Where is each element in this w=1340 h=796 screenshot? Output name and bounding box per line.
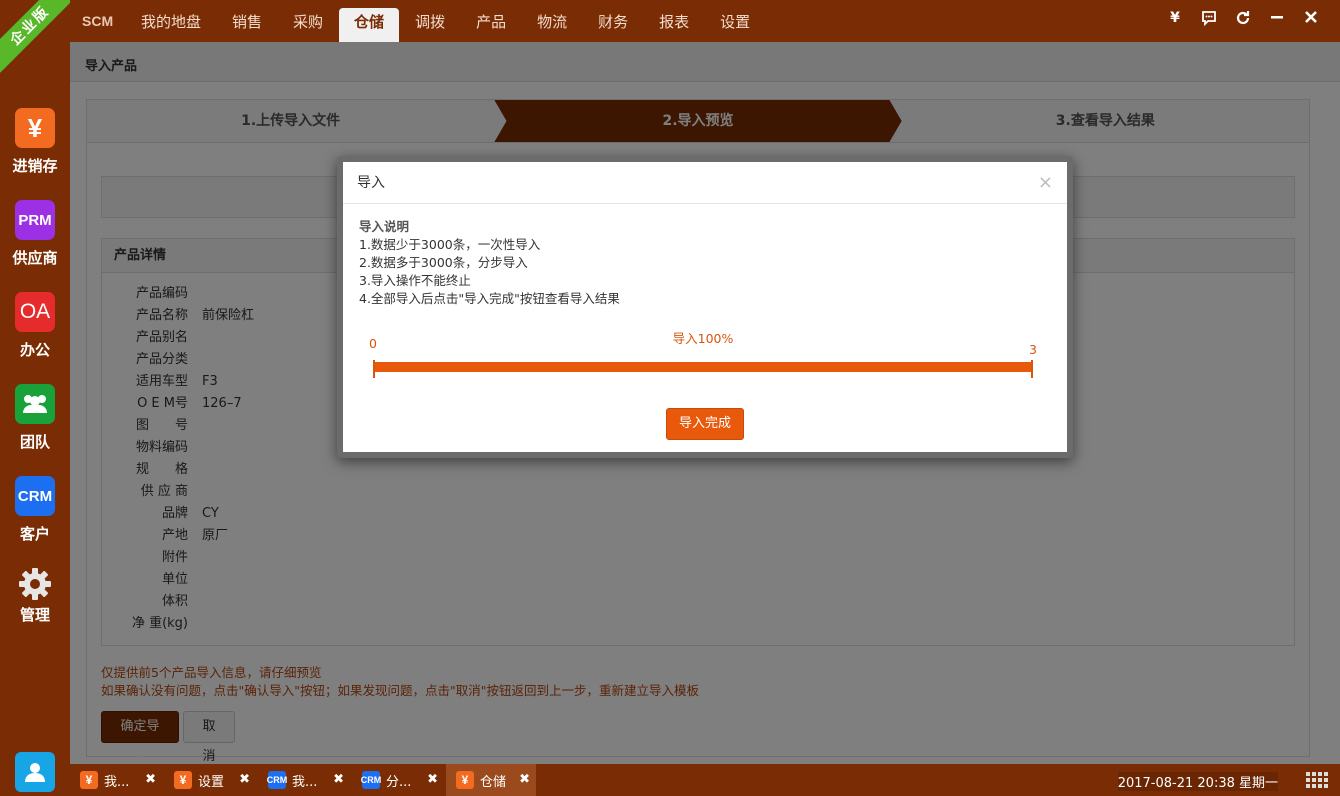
- instruction-line: 3.导入操作不能终止: [359, 273, 471, 288]
- sidebar-item-label: 团队: [19, 433, 50, 451]
- modal-header: 导入 ×: [343, 162, 1067, 204]
- brand-logo: SCM: [82, 13, 114, 29]
- import-modal: 导入 × 导入说明 1.数据少于3000条，一次性导入 2.数据多于3000条，…: [337, 156, 1073, 458]
- task-tab[interactable]: CRM 我... ✖: [258, 764, 350, 796]
- nav-purchase[interactable]: 采购: [278, 8, 338, 42]
- nav-reports[interactable]: 报表: [644, 8, 704, 42]
- progress-tick-start: [373, 360, 375, 378]
- sidebar-item-manage[interactable]: 管理: [0, 564, 70, 625]
- close-icon[interactable]: ✖: [427, 772, 438, 787]
- import-instructions-title: 导入说明: [359, 219, 410, 234]
- task-label: 仓储: [480, 774, 507, 790]
- progress-track: [373, 360, 1033, 378]
- import-progress: 0 导入100% 3: [369, 328, 1037, 378]
- sidebar-item-crm[interactable]: CRM 客户: [0, 476, 70, 544]
- window-actions: ¥: [1158, 10, 1328, 30]
- crm-icon: CRM: [15, 476, 55, 516]
- task-tab[interactable]: ¥ 设置 ✖: [164, 764, 256, 796]
- clock: 2017-08-21 20:38 星期一: [1117, 772, 1278, 791]
- oa-icon: OA: [15, 292, 55, 332]
- nav-transfer[interactable]: 调拨: [400, 8, 460, 42]
- task-label: 分...: [386, 774, 412, 790]
- yen-icon: ¥: [456, 771, 474, 789]
- progress-tick-end: [1031, 360, 1033, 378]
- chat-icon[interactable]: [1192, 10, 1226, 30]
- sidebar-item-oa[interactable]: OA 办公: [0, 292, 70, 360]
- crm-icon: CRM: [267, 771, 287, 789]
- crm-icon: CRM: [361, 771, 381, 789]
- instruction-line: 1.数据少于3000条，一次性导入: [359, 237, 541, 252]
- yen-icon[interactable]: ¥: [1158, 10, 1192, 30]
- modal-title: 导入: [357, 175, 385, 191]
- nav-product[interactable]: 产品: [461, 8, 521, 42]
- progress-fill: [373, 362, 1033, 372]
- nav-sales[interactable]: 销售: [217, 8, 277, 42]
- close-icon[interactable]: ✖: [145, 772, 156, 787]
- refresh-icon[interactable]: [1226, 10, 1260, 30]
- sidebar-item-label: 客户: [19, 525, 50, 543]
- sidebar-item-label: 管理: [19, 606, 50, 624]
- nav-warehouse[interactable]: 仓储: [339, 8, 400, 42]
- apps-grid-icon[interactable]: [1306, 772, 1328, 788]
- taskbar: ¥ 我... ✖ ¥ 设置 ✖ CRM 我... ✖ CRM 分... ✖ ¥ …: [70, 764, 1340, 796]
- sidebar-item-inventory[interactable]: ¥ 进销存: [0, 108, 70, 176]
- nav-finance[interactable]: 财务: [583, 8, 643, 42]
- task-tab[interactable]: ¥ 我... ✖: [70, 764, 162, 796]
- task-label: 我...: [292, 774, 318, 790]
- left-sidebar: 企业版 ¥ 进销存 PRM 供应商 OA 办公 团队 CRM 客户 管理: [0, 0, 77, 796]
- close-icon[interactable]: ✖: [239, 772, 250, 787]
- team-icon: [15, 384, 55, 424]
- sidebar-item-prm[interactable]: PRM 供应商: [0, 200, 70, 268]
- instruction-line: 4.全部导入后点击"导入完成"按钮查看导入结果: [359, 291, 620, 306]
- yen-icon: ¥: [15, 108, 55, 148]
- yen-icon: ¥: [174, 771, 192, 789]
- import-done-button[interactable]: 导入完成: [666, 408, 744, 440]
- sidebar-item-label: 供应商: [12, 249, 58, 267]
- progress-max: 3: [1029, 342, 1037, 357]
- top-nav-bar: SCM 我的地盘 销售 采购 仓储 调拨 产品 物流 财务 报表 设置 ¥: [70, 0, 1340, 42]
- nav-my-space[interactable]: 我的地盘: [126, 8, 216, 42]
- nav-logistics[interactable]: 物流: [522, 8, 582, 42]
- sidebar-item-label: 进销存: [12, 157, 58, 175]
- prm-icon: PRM: [15, 200, 55, 240]
- sidebar-item-label: 办公: [19, 341, 50, 359]
- edition-ribbon: 企业版: [0, 0, 77, 73]
- close-icon[interactable]: ×: [1038, 162, 1053, 204]
- nav-settings[interactable]: 设置: [705, 8, 765, 42]
- minimize-icon[interactable]: [1260, 10, 1294, 30]
- yen-icon: ¥: [80, 771, 98, 789]
- user-icon[interactable]: [15, 752, 55, 792]
- progress-label: 导入100%: [672, 331, 734, 346]
- task-tab[interactable]: CRM 分... ✖: [352, 764, 444, 796]
- sidebar-item-team[interactable]: 团队: [0, 384, 70, 452]
- main-nav: 我的地盘 销售 采购 仓储 调拨 产品 物流 财务 报表 设置: [126, 8, 766, 42]
- modal-body: 导入说明 1.数据少于3000条，一次性导入 2.数据多于3000条，分步导入 …: [343, 204, 1067, 322]
- close-icon[interactable]: ✖: [519, 772, 530, 787]
- instruction-line: 2.数据多于3000条，分步导入: [359, 255, 528, 270]
- task-label: 设置: [198, 774, 225, 790]
- close-icon[interactable]: ✖: [333, 772, 344, 787]
- task-label: 我...: [104, 774, 130, 790]
- task-tab-active[interactable]: ¥ 仓储 ✖: [446, 764, 536, 796]
- gear-icon: [15, 564, 55, 604]
- close-icon[interactable]: [1294, 10, 1328, 30]
